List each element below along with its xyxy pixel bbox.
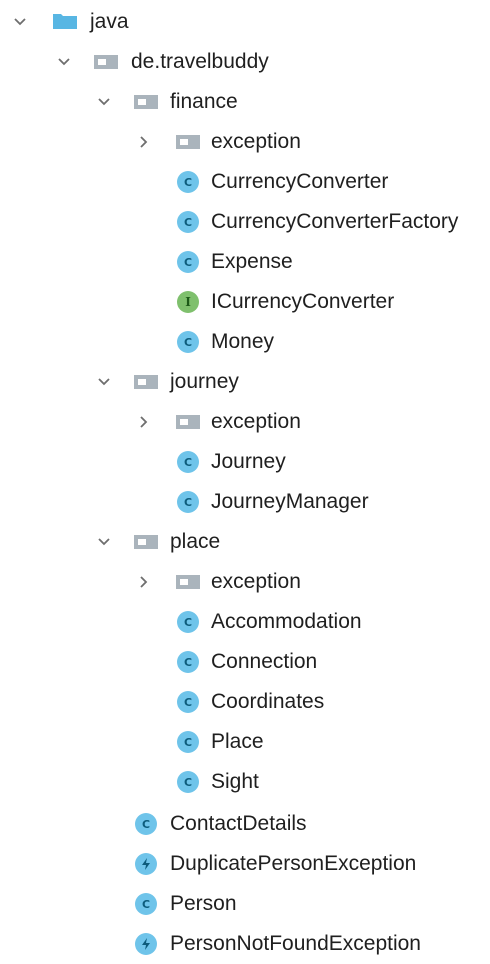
chevron-down-icon[interactable] <box>56 54 72 70</box>
class-icon: C <box>177 251 199 273</box>
tree-node-exception-class[interactable]: DuplicatePersonException <box>0 844 490 884</box>
class-icon: C <box>177 211 199 233</box>
class-icon: C <box>177 731 199 753</box>
class-icon: C <box>177 611 199 633</box>
package-icon <box>133 374 159 389</box>
tree-node-package-finance-exception[interactable]: exception <box>0 122 490 162</box>
chevron-down-icon[interactable] <box>96 374 112 390</box>
tree-node-class[interactable]: C Connection <box>0 642 490 682</box>
package-icon <box>175 414 201 429</box>
tree-node-class[interactable]: C CurrencyConverter <box>0 162 490 202</box>
source-folder-icon <box>52 12 77 29</box>
class-icon: C <box>135 813 157 835</box>
chevron-right-icon[interactable] <box>136 574 152 590</box>
tree-node-package-place[interactable]: place <box>0 522 490 562</box>
package-icon <box>133 534 159 549</box>
exception-class-icon <box>135 853 157 875</box>
tree-node-label: Accommodation <box>211 610 362 633</box>
tree-node-package-journey[interactable]: journey <box>0 362 490 402</box>
class-icon: C <box>177 331 199 353</box>
tree-node-label: Expense <box>211 250 293 273</box>
tree-node-package-finance[interactable]: finance <box>0 82 490 122</box>
package-icon <box>175 574 201 589</box>
tree-node-label: ICurrencyConverter <box>211 290 395 313</box>
tree-node-label: Coordinates <box>211 690 325 713</box>
tree-node-class[interactable]: C Person <box>0 884 490 924</box>
tree-node-class[interactable]: C Coordinates <box>0 682 490 722</box>
tree-node-class[interactable]: C Sight <box>0 762 490 802</box>
tree-node-class[interactable]: C Money <box>0 322 490 362</box>
tree-node-class[interactable]: C Journey <box>0 442 490 482</box>
class-icon: C <box>177 171 199 193</box>
tree-node-label: java <box>90 10 129 33</box>
tree-node-label: Sight <box>211 770 259 793</box>
tree-node-package-journey-exception[interactable]: exception <box>0 402 490 442</box>
package-icon <box>133 94 159 109</box>
tree-node-java[interactable]: java <box>0 2 490 42</box>
tree-node-label: de.travelbuddy <box>131 50 269 73</box>
tree-node-label: exception <box>211 130 301 153</box>
tree-node-label: Money <box>211 330 275 353</box>
class-icon: C <box>177 651 199 673</box>
class-icon: C <box>177 691 199 713</box>
tree-node-label: PersonNotFoundException <box>170 932 421 955</box>
class-icon: C <box>177 451 199 473</box>
tree-node-interface[interactable]: I ICurrencyConverter <box>0 282 490 322</box>
tree-node-exception-class[interactable]: PersonNotFoundException <box>0 924 490 964</box>
tree-node-label: finance <box>170 90 238 113</box>
tree-node-label: CurrencyConverter <box>211 170 389 193</box>
tree-node-label: ContactDetails <box>170 812 307 835</box>
project-tree: java de.travelbuddy finance exception C <box>0 0 490 960</box>
tree-node-label: place <box>170 530 221 553</box>
class-icon: C <box>177 491 199 513</box>
chevron-down-icon[interactable] <box>12 14 28 30</box>
tree-node-class[interactable]: C Expense <box>0 242 490 282</box>
tree-node-label: Person <box>170 892 237 915</box>
tree-node-label: DuplicatePersonException <box>170 852 417 875</box>
tree-node-label: CurrencyConverterFactory <box>211 210 459 233</box>
tree-node-label: exception <box>211 410 301 433</box>
tree-node-label: Journey <box>211 450 286 473</box>
class-icon: C <box>177 771 199 793</box>
tree-node-class[interactable]: C CurrencyConverterFactory <box>0 202 490 242</box>
tree-node-class[interactable]: C JourneyManager <box>0 482 490 522</box>
tree-node-label: exception <box>211 570 301 593</box>
class-icon: C <box>135 893 157 915</box>
chevron-down-icon[interactable] <box>96 534 112 550</box>
package-icon <box>93 54 119 69</box>
tree-node-package-place-exception[interactable]: exception <box>0 562 490 602</box>
interface-icon: I <box>177 291 199 313</box>
tree-node-package-de-travelbuddy[interactable]: de.travelbuddy <box>0 42 490 82</box>
tree-node-class[interactable]: C ContactDetails <box>0 804 490 844</box>
tree-node-class[interactable]: C Accommodation <box>0 602 490 642</box>
tree-node-class[interactable]: C Place <box>0 722 490 762</box>
package-icon <box>175 134 201 149</box>
tree-node-label: JourneyManager <box>211 490 369 513</box>
tree-node-label: Place <box>211 730 264 753</box>
exception-class-icon <box>135 933 157 955</box>
chevron-right-icon[interactable] <box>136 414 152 430</box>
tree-node-label: Connection <box>211 650 318 673</box>
chevron-down-icon[interactable] <box>96 94 112 110</box>
chevron-right-icon[interactable] <box>136 134 152 150</box>
tree-node-label: journey <box>170 370 239 393</box>
